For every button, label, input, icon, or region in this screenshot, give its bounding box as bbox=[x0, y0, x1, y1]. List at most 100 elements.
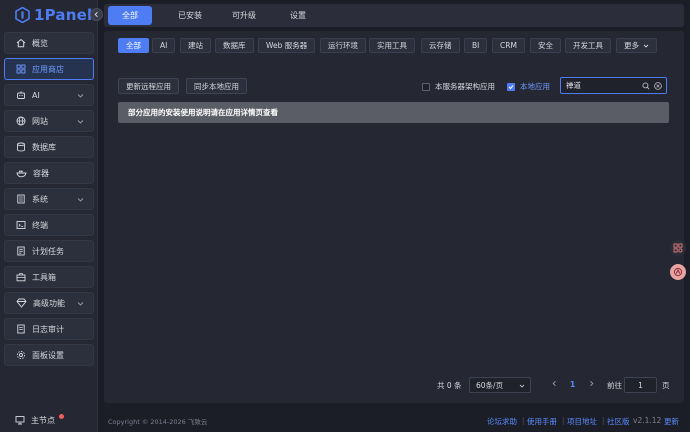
footer: Copyright © 2014-2026 飞致云 论坛求助 | 使用手册 | … bbox=[98, 408, 690, 432]
sidebar-item-container[interactable]: 容器 bbox=[4, 162, 94, 184]
floating-apps-button[interactable] bbox=[670, 240, 686, 256]
tab-upgradable[interactable]: 可升级 bbox=[218, 6, 270, 25]
sidebar-item-label: 网站 bbox=[32, 116, 48, 126]
sidebar: 1Panel 概览 应用商店 AI 网站 数据库 容器 系统 终端 计划任务 工… bbox=[0, 0, 98, 432]
filter-runtime[interactable]: 运行环境 bbox=[320, 38, 366, 53]
robot-icon bbox=[17, 91, 25, 99]
checkbox-box bbox=[422, 82, 430, 91]
log-icon bbox=[17, 324, 25, 334]
app-store-panel: 全部 AI 建站 数据库 Web 服务器 运行环境 实用工具 云存储 BI CR… bbox=[104, 31, 684, 403]
diamond-icon bbox=[16, 298, 27, 308]
sidebar-item-label: 工具箱 bbox=[32, 272, 56, 282]
floating-assistant-button[interactable] bbox=[670, 264, 686, 280]
version-label: v2.1.12 bbox=[633, 416, 662, 425]
clear-icon[interactable] bbox=[654, 82, 662, 90]
filter-dev-tools[interactable]: 开发工具 bbox=[565, 38, 611, 53]
sidebar-item-system[interactable]: 系统 bbox=[4, 188, 94, 210]
filter-security[interactable]: 安全 bbox=[530, 38, 561, 53]
filter-utilities[interactable]: 实用工具 bbox=[369, 38, 415, 53]
sidebar-item-overview[interactable]: 概览 bbox=[4, 32, 94, 54]
apps-icon bbox=[673, 243, 683, 253]
chevron-down-icon bbox=[77, 94, 84, 98]
sync-remote-button[interactable]: 更新远程应用 bbox=[118, 78, 179, 94]
toolbox-icon bbox=[16, 273, 26, 282]
footer-divider: | bbox=[562, 416, 565, 425]
filter-bi[interactable]: BI bbox=[464, 38, 488, 53]
search-icon[interactable] bbox=[642, 82, 650, 90]
sidebar-item-label: 系统 bbox=[32, 194, 48, 204]
home-icon bbox=[16, 38, 26, 48]
sidebar-item-settings[interactable]: 面板设置 bbox=[4, 344, 94, 366]
sidebar-item-label: 概览 bbox=[32, 38, 48, 48]
logo[interactable]: 1Panel bbox=[14, 5, 92, 25]
page-size-select[interactable]: 60条/页 bbox=[469, 377, 531, 393]
sidebar-item-cron[interactable]: 计划任务 bbox=[4, 240, 94, 262]
node-status-dot bbox=[59, 414, 64, 419]
system-icon bbox=[17, 194, 25, 204]
sidebar-collapse-button[interactable] bbox=[90, 8, 103, 21]
filter-more-label: 更多 bbox=[624, 41, 639, 50]
prev-page-button[interactable] bbox=[551, 380, 558, 387]
sidebar-item-label: 高级功能 bbox=[33, 298, 65, 308]
sidebar-item-label: 计划任务 bbox=[32, 246, 64, 256]
local-apps-checkbox[interactable]: 本地应用 bbox=[507, 81, 550, 92]
chevron-down-icon bbox=[77, 120, 84, 124]
container-icon bbox=[16, 170, 27, 178]
community-edition-link[interactable]: 社区版 bbox=[607, 416, 630, 427]
chevron-left-icon bbox=[552, 380, 556, 387]
current-page[interactable]: 1 bbox=[570, 380, 575, 389]
cron-icon bbox=[17, 246, 25, 256]
sidebar-item-database[interactable]: 数据库 bbox=[4, 136, 94, 158]
sidebar-item-label: 数据库 bbox=[32, 142, 56, 152]
update-link[interactable]: 更新 bbox=[664, 416, 679, 427]
search-value: 禅道 bbox=[566, 81, 581, 90]
goto-page-input[interactable]: 1 bbox=[624, 377, 657, 393]
filter-crm[interactable]: CRM bbox=[492, 38, 525, 53]
sidebar-item-toolbox[interactable]: 工具箱 bbox=[4, 266, 94, 288]
search-input[interactable]: 禅道 bbox=[560, 77, 667, 94]
next-page-button[interactable] bbox=[588, 380, 595, 387]
sync-local-button[interactable]: 同步本地应用 bbox=[186, 78, 247, 94]
chevron-down-icon bbox=[77, 302, 84, 306]
sidebar-item-label: AI bbox=[32, 90, 40, 100]
filter-all[interactable]: 全部 bbox=[118, 38, 149, 53]
sidebar-item-log-audit[interactable]: 日志审计 bbox=[4, 318, 94, 340]
filter-more[interactable]: 更多 bbox=[616, 38, 657, 53]
tab-installed[interactable]: 已安装 bbox=[164, 6, 216, 25]
project-link[interactable]: 项目地址 bbox=[567, 416, 597, 427]
check-icon bbox=[508, 84, 514, 89]
node-switcher[interactable]: 主节点 bbox=[4, 410, 94, 430]
grid-icon bbox=[16, 64, 26, 74]
top-tabs: 全部 已安装 可升级 设置 bbox=[104, 4, 684, 27]
page-unit-label: 页 bbox=[662, 381, 670, 390]
chevron-right-icon bbox=[590, 380, 594, 387]
filter-cloud-storage[interactable]: 云存储 bbox=[421, 38, 460, 53]
sidebar-item-terminal[interactable]: 终端 bbox=[4, 214, 94, 236]
sidebar-item-app-store[interactable]: 应用商店 bbox=[4, 58, 94, 80]
filter-database[interactable]: 数据库 bbox=[215, 38, 254, 53]
chevron-down-icon bbox=[519, 384, 525, 388]
chevron-down-icon bbox=[77, 198, 84, 202]
sidebar-item-label: 应用商店 bbox=[32, 64, 64, 74]
sidebar-item-ai[interactable]: AI bbox=[4, 84, 94, 106]
goto-label: 前往 bbox=[607, 381, 622, 390]
sidebar-item-label: 终端 bbox=[32, 220, 48, 230]
sidebar-item-label: 容器 bbox=[33, 168, 49, 178]
logo-icon bbox=[14, 7, 30, 23]
footer-divider: | bbox=[602, 416, 605, 425]
filter-ai[interactable]: AI bbox=[152, 38, 176, 53]
forum-link[interactable]: 论坛求助 bbox=[487, 416, 517, 427]
chevron-left-icon bbox=[94, 11, 98, 18]
chevron-down-icon bbox=[643, 44, 649, 48]
sidebar-item-website[interactable]: 网站 bbox=[4, 110, 94, 132]
manual-link[interactable]: 使用手册 bbox=[527, 416, 557, 427]
filter-web-server[interactable]: Web 服务器 bbox=[258, 38, 316, 53]
server-arch-checkbox[interactable]: 本服务器架构应用 bbox=[422, 81, 495, 92]
globe-icon bbox=[16, 116, 26, 126]
tab-settings[interactable]: 设置 bbox=[276, 6, 320, 25]
install-notice: 部分应用的安装使用说明请在应用详情页查看 bbox=[118, 102, 669, 123]
sidebar-item-label: 日志审计 bbox=[32, 324, 64, 334]
filter-website[interactable]: 建站 bbox=[180, 38, 211, 53]
tab-all[interactable]: 全部 bbox=[108, 6, 152, 25]
sidebar-item-advanced[interactable]: 高级功能 bbox=[4, 292, 94, 314]
